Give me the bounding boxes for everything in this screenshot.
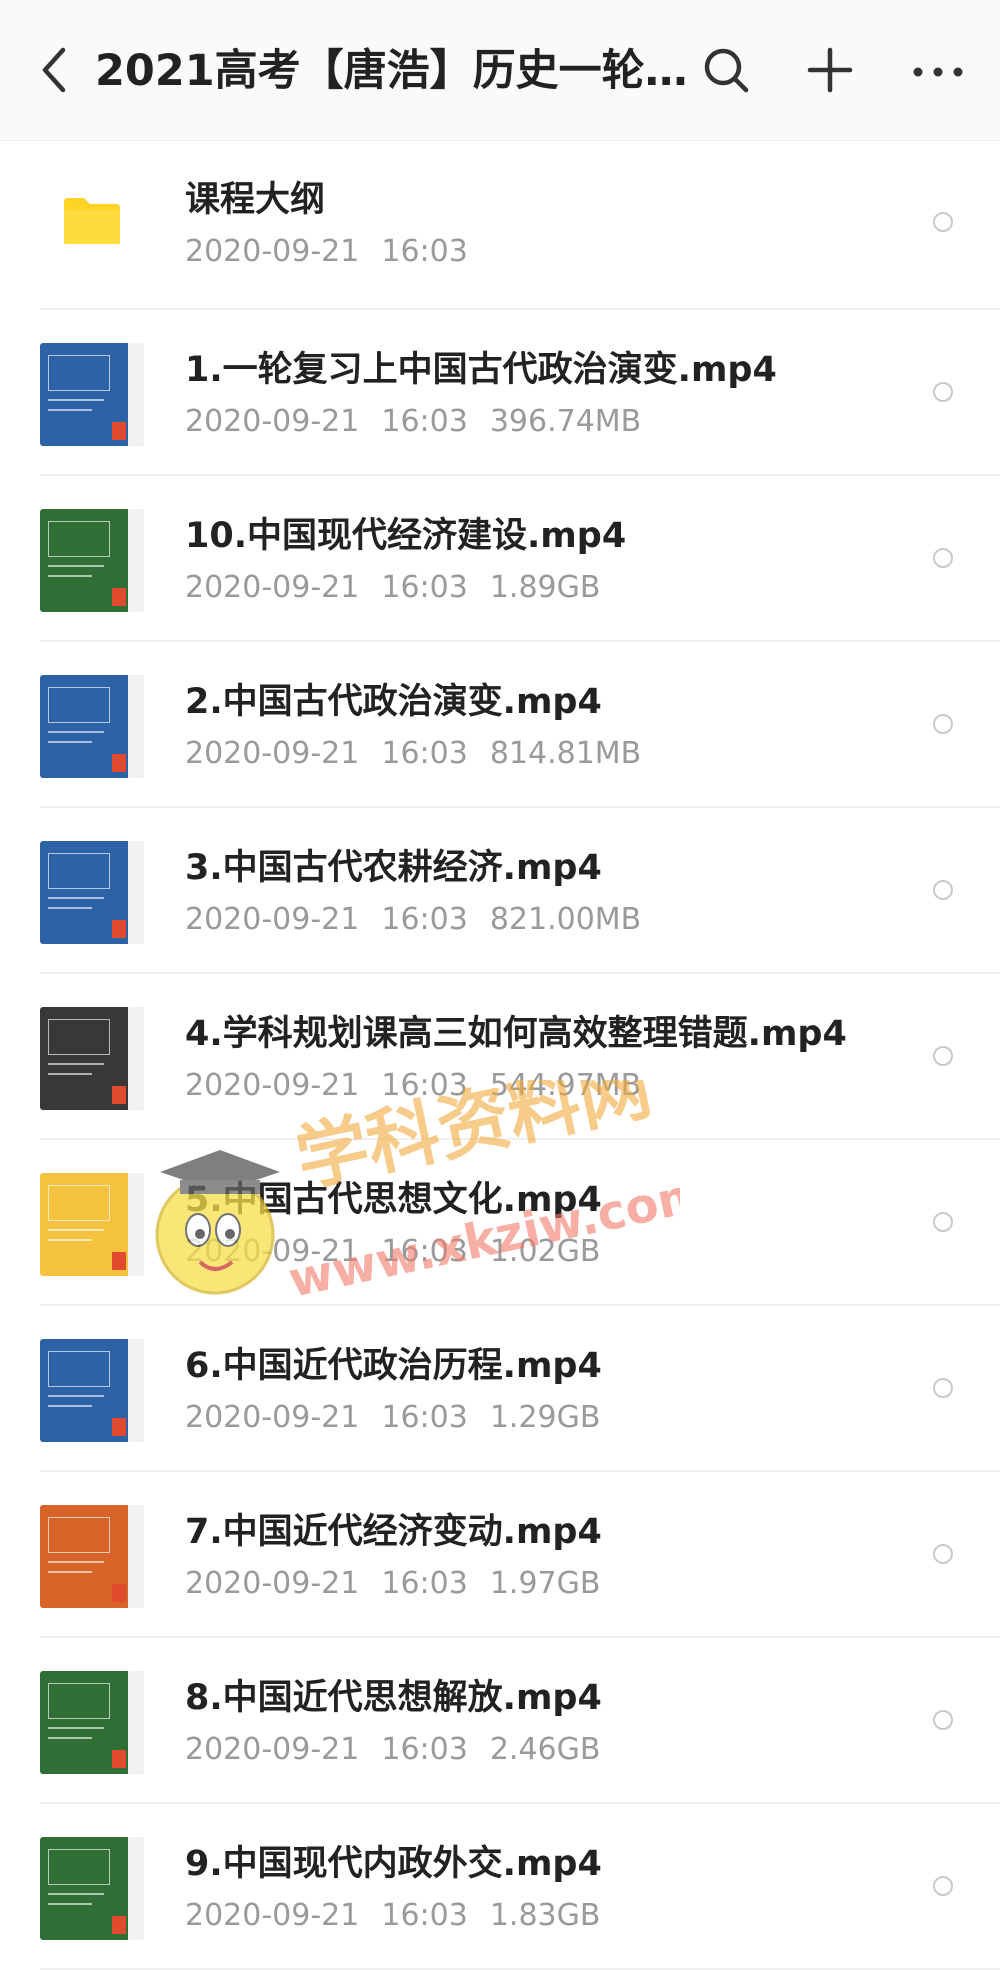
video-thumbnail [40, 675, 144, 778]
file-name: 2.中国古代政治演变.mp4 [185, 682, 602, 722]
plus-icon[interactable] [804, 44, 856, 96]
video-thumbnail [40, 1671, 144, 1774]
select-radio[interactable] [933, 1544, 953, 1564]
select-radio[interactable] [933, 1046, 953, 1066]
select-radio[interactable] [933, 212, 953, 232]
file-date: 2020-09-21 [185, 1566, 360, 1601]
file-meta: 2020-09-21 16:03 1.97GB [185, 1564, 622, 1604]
chevron-left-icon[interactable] [35, 44, 75, 96]
video-thumbnail [40, 1339, 144, 1442]
file-name: 4.学科规划课高三如何高效整理错题.mp4 [185, 1014, 847, 1054]
folder-icon [64, 198, 120, 244]
video-thumbnail [40, 841, 144, 944]
select-radio[interactable] [933, 714, 953, 734]
file-time: 16:03 [381, 1400, 468, 1435]
file-meta: 2020-09-21 16:03 [185, 232, 490, 272]
file-size: 1.89GB [489, 570, 601, 605]
file-row[interactable]: 1.一轮复习上中国古代政治演变.mp4 2020-09-21 16:03 396.74… [0, 310, 1000, 476]
file-date: 2020-09-21 [185, 1732, 360, 1767]
select-radio[interactable] [933, 1378, 953, 1398]
file-meta: 2020-09-21 16:03 396.74MB [185, 402, 663, 442]
select-radio[interactable] [933, 1710, 953, 1730]
file-name: 9.中国现代内政外交.mp4 [185, 1844, 602, 1884]
file-row[interactable]: 4.学科规划课高三如何高效整理错题.mp4 2020-09-21 16:03 544.… [0, 974, 1000, 1140]
file-date: 2020-09-21 [185, 1234, 360, 1269]
file-size: 1.83GB [489, 1898, 601, 1933]
file-meta: 2020-09-21 16:03 544.97MB [185, 1066, 663, 1106]
file-size: 1.29GB [489, 1400, 601, 1435]
file-time: 16:03 [381, 1068, 468, 1103]
file-size: 2.46GB [489, 1732, 601, 1767]
video-thumbnail [40, 1007, 144, 1110]
file-name: 1.一轮复习上中国古代政治演变.mp4 [185, 350, 777, 390]
file-meta: 2020-09-21 16:03 1.89GB [185, 568, 622, 608]
video-thumbnail [40, 1173, 144, 1276]
file-row[interactable]: 2.中国古代政治演变.mp4 2020-09-21 16:03 814.81MB [0, 642, 1000, 808]
video-thumbnail [40, 1505, 144, 1608]
file-meta: 2020-09-21 16:03 2.46GB [185, 1730, 622, 1770]
file-time: 16:03 [381, 1234, 468, 1269]
file-meta: 2020-09-21 16:03 1.83GB [185, 1896, 622, 1936]
file-size: 1.02GB [489, 1234, 601, 1269]
file-name: 3.中国古代农耕经济.mp4 [185, 848, 602, 888]
file-meta: 2020-09-21 16:03 814.81MB [185, 734, 663, 774]
video-thumbnail [40, 343, 144, 446]
file-time: 16:03 [381, 902, 468, 937]
file-name: 6.中国近代政治历程.mp4 [185, 1346, 602, 1386]
select-radio[interactable] [933, 880, 953, 900]
file-time: 16:03 [381, 1566, 468, 1601]
select-radio[interactable] [933, 1212, 953, 1232]
file-size: 396.74MB [489, 404, 642, 439]
file-size: 821.00MB [489, 902, 642, 937]
file-row[interactable]: 6.中国近代政治历程.mp4 2020-09-21 16:03 1.29GB [0, 1306, 1000, 1472]
more-horizontal-icon[interactable] [910, 44, 966, 96]
file-date: 2020-09-21 [185, 570, 360, 605]
file-size: 814.81MB [489, 736, 642, 771]
top-bar: 2021高考【唐浩】历史一轮… [0, 0, 1000, 141]
file-row[interactable]: 10.中国现代经济建设.mp4 2020-09-21 16:03 1.89GB [0, 476, 1000, 642]
file-name: 课程大纲 [185, 180, 326, 220]
file-name: 8.中国近代思想解放.mp4 [185, 1678, 602, 1718]
file-date: 2020-09-21 [185, 234, 360, 269]
file-time: 16:03 [381, 1898, 468, 1933]
file-name: 5.中国古代思想文化.mp4 [185, 1180, 602, 1220]
file-size: 1.97GB [489, 1566, 601, 1601]
file-date: 2020-09-21 [185, 1400, 360, 1435]
search-icon[interactable] [700, 44, 752, 96]
file-name: 10.中国现代经济建设.mp4 [185, 516, 627, 556]
file-time: 16:03 [381, 234, 468, 269]
file-date: 2020-09-21 [185, 404, 360, 439]
file-list: 课程大纲 2020-09-21 16:03 1.一轮复习上中国古代政治演变.mp4 20… [0, 140, 1000, 1970]
select-radio[interactable] [933, 382, 953, 402]
file-date: 2020-09-21 [185, 1898, 360, 1933]
file-meta: 2020-09-21 16:03 1.29GB [185, 1398, 622, 1438]
select-radio[interactable] [933, 1876, 953, 1896]
folder-row[interactable]: 课程大纲 2020-09-21 16:03 [0, 140, 1000, 310]
page-title: 2021高考【唐浩】历史一轮… [95, 46, 685, 96]
file-row[interactable]: 7.中国近代经济变动.mp4 2020-09-21 16:03 1.97GB [0, 1472, 1000, 1638]
file-meta: 2020-09-21 16:03 1.02GB [185, 1232, 622, 1272]
video-thumbnail [40, 1837, 144, 1940]
file-size: 544.97MB [489, 1068, 642, 1103]
file-time: 16:03 [381, 1732, 468, 1767]
file-row[interactable]: 5.中国古代思想文化.mp4 2020-09-21 16:03 1.02GB [0, 1140, 1000, 1306]
file-date: 2020-09-21 [185, 902, 360, 937]
file-row[interactable]: 9.中国现代内政外交.mp4 2020-09-21 16:03 1.83GB [0, 1804, 1000, 1970]
file-time: 16:03 [381, 404, 468, 439]
file-date: 2020-09-21 [185, 1068, 360, 1103]
file-name: 7.中国近代经济变动.mp4 [185, 1512, 602, 1552]
video-thumbnail [40, 509, 144, 612]
file-row[interactable]: 3.中国古代农耕经济.mp4 2020-09-21 16:03 821.00MB [0, 808, 1000, 974]
file-time: 16:03 [381, 570, 468, 605]
file-date: 2020-09-21 [185, 736, 360, 771]
select-radio[interactable] [933, 548, 953, 568]
file-time: 16:03 [381, 736, 468, 771]
file-meta: 2020-09-21 16:03 821.00MB [185, 900, 663, 940]
file-row[interactable]: 8.中国近代思想解放.mp4 2020-09-21 16:03 2.46GB [0, 1638, 1000, 1804]
